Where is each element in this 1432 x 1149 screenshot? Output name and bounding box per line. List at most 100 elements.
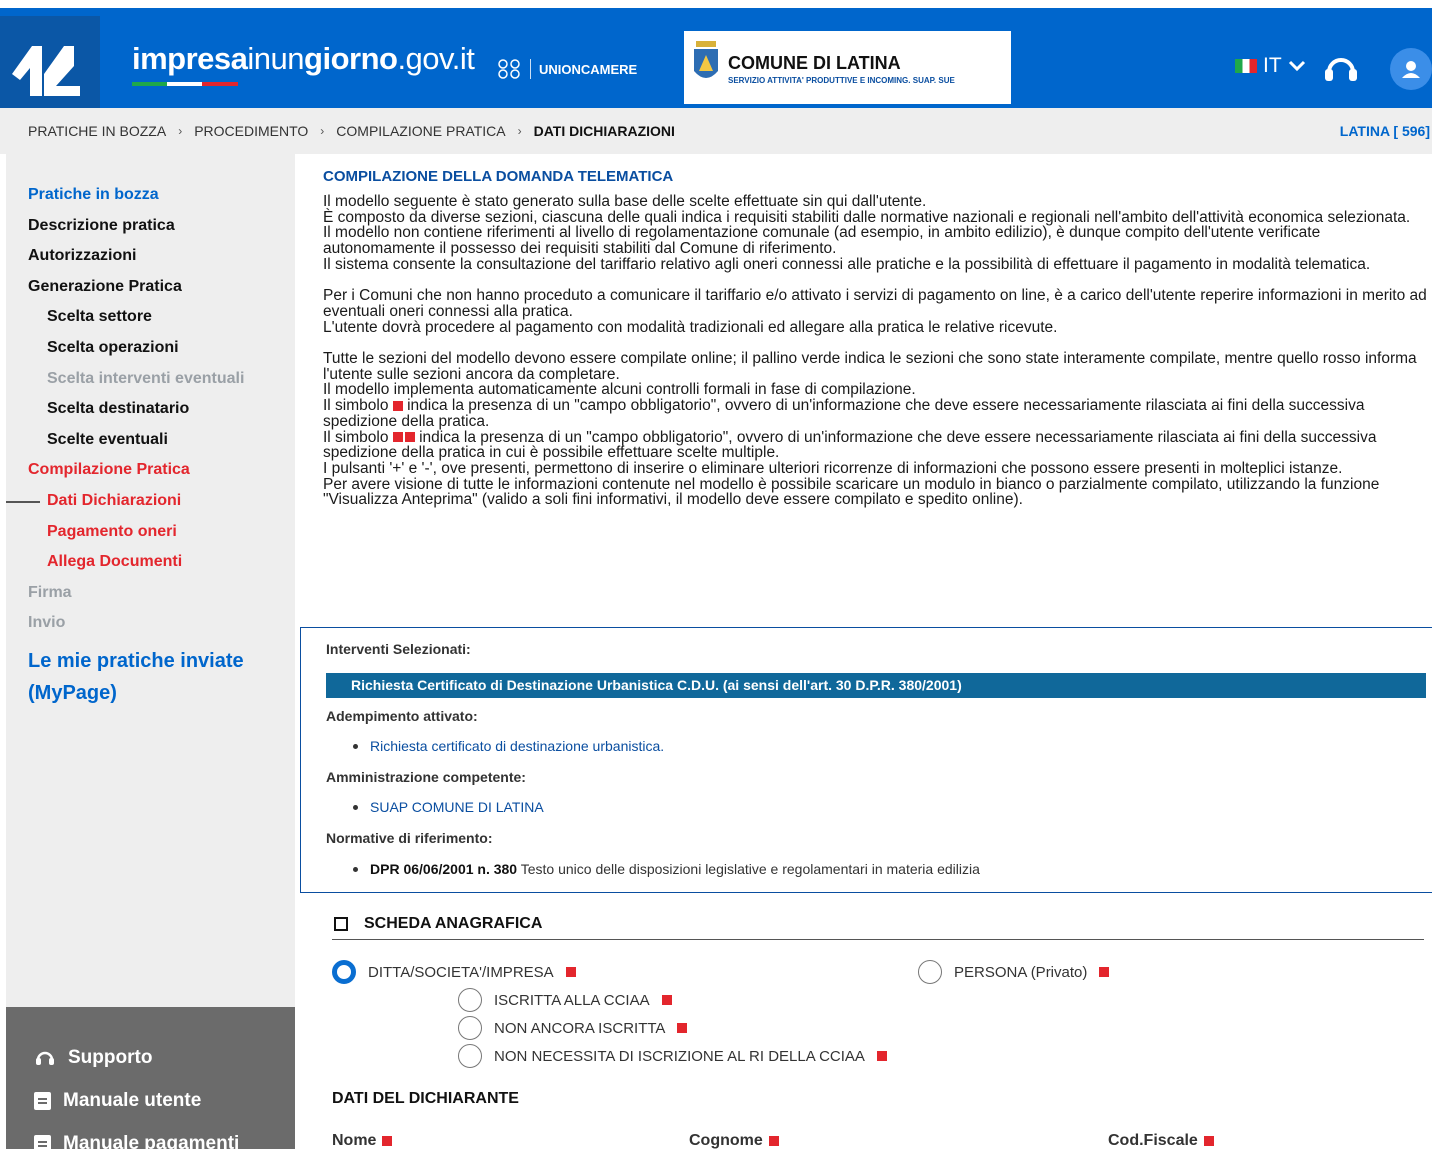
tricolor-underline	[132, 82, 238, 86]
unioncamere-icon	[498, 59, 520, 79]
adempimento-label: Adempimento attivato:	[326, 708, 478, 724]
amministrazione-item[interactable]: SUAP COMUNE DI LATINA	[353, 799, 544, 815]
crest-icon	[694, 41, 718, 78]
sidebar-item-scelta-operazioni[interactable]: Scelta operazioni	[28, 333, 258, 364]
dati-dichiarante-title: DATI DEL DICHIARANTE	[332, 1090, 519, 1107]
required-marker-icon	[661, 995, 672, 1005]
sidebar-item-scelta-settore[interactable]: Scelta settore	[28, 302, 258, 333]
radio-non-iscritta[interactable]: NON ANCORA ISCRITTA	[458, 1016, 688, 1040]
radio-persona[interactable]: PERSONA (Privato)	[918, 960, 1110, 984]
intro-paragraph: Per avere visione di tutte le informazio…	[323, 475, 1380, 509]
adempimento-item[interactable]: Richiesta certificato di destinazione ur…	[353, 738, 664, 754]
sidebar-item-autorizzazioni[interactable]: Autorizzazioni	[28, 241, 258, 272]
breadcrumb-current: DATI DICHIARAZIONI	[533, 123, 675, 139]
intro-paragraph: Il modello non contiene riferimenti al l…	[323, 224, 1321, 258]
intro-paragraph: Il sistema consente la consultazione del…	[323, 255, 1371, 273]
amministrazione-label: Amministrazione competente:	[326, 769, 526, 785]
radio-non-necessita[interactable]: NON NECESSITA DI ISCRIZIONE AL RI DELLA …	[458, 1044, 887, 1068]
required-marker-icon	[768, 1136, 779, 1146]
sidebar-item-descrizione-pratica[interactable]: Descrizione pratica	[28, 211, 258, 242]
breadcrumb-pratiche-in-bozza[interactable]: PRATICHE IN BOZZA	[28, 123, 166, 139]
chevron-right-icon: ›	[320, 124, 325, 138]
radio-button[interactable]	[458, 988, 482, 1012]
sidebar-item-scelte-eventuali[interactable]: Scelte eventuali	[28, 425, 258, 456]
radio-iscritta-cciaa[interactable]: ISCRITTA ALLA CCIAA	[458, 988, 672, 1012]
language-selector[interactable]: IT	[1235, 54, 1306, 78]
page-title: COMPILAZIONE DELLA DOMANDA TELEMATICA	[323, 168, 674, 185]
breadcrumb-procedimento[interactable]: PROCEDIMENTO	[194, 123, 308, 139]
interventi-panel: Interventi Selezionati: Richiesta Certif…	[300, 627, 1432, 893]
radio-button[interactable]	[458, 1016, 482, 1040]
cognome-label: Cognome	[689, 1132, 779, 1149]
top-header: impresainungiorno.gov.it UNIONCAMERE COM…	[0, 0, 1432, 116]
supporto-link[interactable]: Supporto	[34, 1047, 152, 1069]
document-icon	[34, 1092, 51, 1110]
sidebar-item-pratiche-in-bozza[interactable]: Pratiche in bozza	[28, 180, 258, 211]
manuale-pagamenti-link[interactable]: Manuale pagamenti	[34, 1133, 239, 1149]
sidebar-item-dati-dichiarazioni[interactable]: Dati Dichiarazioni	[6, 486, 258, 517]
main-content: COMPILAZIONE DELLA DOMANDA TELEMATICA Il…	[323, 168, 1428, 508]
radio-button-selected[interactable]	[332, 960, 356, 984]
sidebar: Pratiche in bozza Descrizione pratica Au…	[6, 154, 295, 1149]
sidebar-item-generazione-pratica[interactable]: Generazione Pratica	[28, 272, 258, 303]
required-marker-icon	[565, 967, 576, 977]
comune-banner[interactable]: COMUNE DI LATINA SERVIZIO ATTIVITA' PROD…	[684, 31, 1011, 104]
intro-paragraph: Il modello seguente è stato generato sul…	[323, 193, 927, 210]
codfiscale-label: Cod.Fiscale	[1108, 1132, 1214, 1149]
sidebar-footer: Supporto Manuale utente Manuale pagament…	[6, 1007, 295, 1149]
intro-paragraph: Il simbolo indica la presenza di un "cam…	[323, 428, 1377, 462]
radio-ditta[interactable]: DITTA/SOCIETA'/IMPRESA	[332, 960, 576, 984]
scheda-title: SCHEDA ANAGRAFICA	[364, 914, 543, 932]
required-marker-icon	[404, 432, 415, 443]
sidebar-item-scelta-destinatario[interactable]: Scelta destinatario	[28, 394, 258, 425]
sidebar-item-scelta-interventi-eventuali: Scelta interventi eventuali	[47, 369, 245, 387]
intro-text: Il modello seguente è stato generato sul…	[323, 194, 1428, 508]
radio-button[interactable]	[918, 960, 942, 984]
manuale-utente-link[interactable]: Manuale utente	[34, 1090, 201, 1112]
scheda-header: SCHEDA ANAGRAFICA	[332, 908, 1424, 940]
sidebar-item-firma: Firma	[28, 583, 72, 601]
sidebar-item-compilazione-pratica[interactable]: Compilazione Pratica	[28, 455, 258, 486]
normativa-item: DPR 06/06/2001 n. 380 Testo unico delle …	[353, 861, 980, 877]
document-icon	[34, 1135, 51, 1149]
support-icon[interactable]	[1323, 52, 1359, 86]
sidebar-item-invio: Invio	[28, 614, 66, 632]
italy-flag-icon	[1235, 59, 1257, 73]
intro-paragraph: Il simbolo indica la presenza di un "cam…	[323, 397, 1365, 430]
sidebar-item-allega-documenti[interactable]: Allega Documenti	[28, 547, 258, 578]
section-status-checkbox	[334, 916, 348, 931]
required-marker-icon	[1099, 967, 1110, 977]
normative-label: Normative di riferimento:	[326, 830, 493, 846]
sidebar-nav: Pratiche in bozza Descrizione pratica Au…	[6, 180, 258, 709]
interventi-label: Interventi Selezionati:	[326, 641, 471, 657]
sidebar-item-mypage[interactable]: Le mie pratiche inviate (MyPage)	[28, 645, 258, 709]
intro-paragraph: È composto da diverse sezioni, ciascuna …	[323, 208, 1411, 226]
scheda-anagrafica: SCHEDA ANAGRAFICA DITTA/SOCIETA'/IMPRESA…	[332, 908, 1424, 1149]
sidebar-item-pagamento-oneri[interactable]: Pagamento oneri	[28, 517, 258, 548]
user-avatar-icon[interactable]	[1390, 48, 1432, 90]
chevron-down-icon	[1288, 60, 1305, 72]
required-marker-icon	[876, 1051, 887, 1061]
breadcrumb-compilazione-pratica[interactable]: COMPILAZIONE PRATICA	[336, 123, 505, 139]
support-icon	[36, 1051, 54, 1065]
radio-button[interactable]	[458, 1044, 482, 1068]
required-marker-icon	[1203, 1136, 1214, 1146]
comune-subtitle: SERVIZIO ATTIVITA' PRODUTTIVE E INCOMING…	[728, 76, 955, 85]
intro-paragraph: Il modello implementa automaticamente al…	[323, 381, 916, 399]
nome-label: Nome	[332, 1132, 393, 1149]
comune-title: COMUNE DI LATINA	[728, 53, 901, 73]
logo-icon[interactable]	[0, 16, 100, 116]
site-name[interactable]: impresainungiorno.gov.it	[132, 41, 475, 77]
intervento-selected-bar[interactable]: Richiesta Certificato di Destinazione Ur…	[326, 673, 1426, 698]
unioncamere-logo[interactable]: UNIONCAMERE	[496, 58, 637, 80]
intro-paragraph: I pulsanti '+' e '-', ove presenti, perm…	[323, 459, 1343, 477]
required-marker-icon	[382, 1136, 393, 1146]
chevron-right-icon: ›	[517, 124, 522, 138]
intro-paragraph: L'utente dovrà procedere al pagamento co…	[323, 318, 1058, 336]
required-marker-icon	[392, 432, 403, 443]
location-badge: LATINA [ 596]	[1339, 123, 1430, 139]
required-marker-icon	[677, 1023, 688, 1033]
breadcrumb: PRATICHE IN BOZZA › PROCEDIMENTO › COMPI…	[0, 108, 1432, 154]
chevron-right-icon: ›	[178, 124, 183, 138]
intro-paragraph: Tutte le sezioni del modello devono esse…	[323, 350, 1417, 383]
